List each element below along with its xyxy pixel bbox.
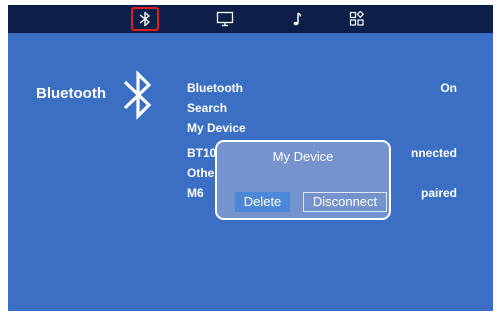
setting-value: On — [440, 81, 457, 95]
setting-my-device-header: My Device — [187, 121, 457, 139]
disconnect-button[interactable]: Disconnect — [303, 192, 387, 212]
device-status: paired — [420, 186, 457, 200]
setting-search[interactable]: Search — [187, 101, 457, 119]
tab-bluetooth[interactable] — [131, 7, 159, 31]
device-status: nnected — [410, 146, 457, 160]
device-name: BT10 — [187, 146, 217, 160]
section-title: Bluetooth — [36, 85, 106, 102]
bluetooth-icon — [139, 11, 150, 27]
dialog-title: My Device — [272, 149, 334, 164]
top-tab-bar — [8, 5, 493, 33]
device-options-dialog: My Device Delete Disconnect — [215, 140, 391, 220]
tv-screen: Bluetooth Bluetooth On Search My Device … — [8, 5, 493, 311]
setting-label: My Device — [187, 121, 246, 135]
setting-label: Othe — [187, 166, 215, 180]
tab-display[interactable] — [211, 7, 239, 31]
tab-apps[interactable] — [343, 7, 371, 31]
tab-audio[interactable] — [283, 7, 311, 31]
setting-bluetooth[interactable]: Bluetooth On — [187, 81, 457, 99]
apps-grid-icon — [349, 11, 365, 26]
delete-button[interactable]: Delete — [235, 192, 290, 212]
music-note-icon — [293, 12, 302, 26]
bluetooth-icon — [123, 70, 152, 120]
device-name: M6 — [187, 186, 204, 200]
monitor-icon — [216, 11, 234, 27]
setting-label: Bluetooth — [187, 81, 243, 95]
setting-label: Search — [187, 101, 228, 115]
